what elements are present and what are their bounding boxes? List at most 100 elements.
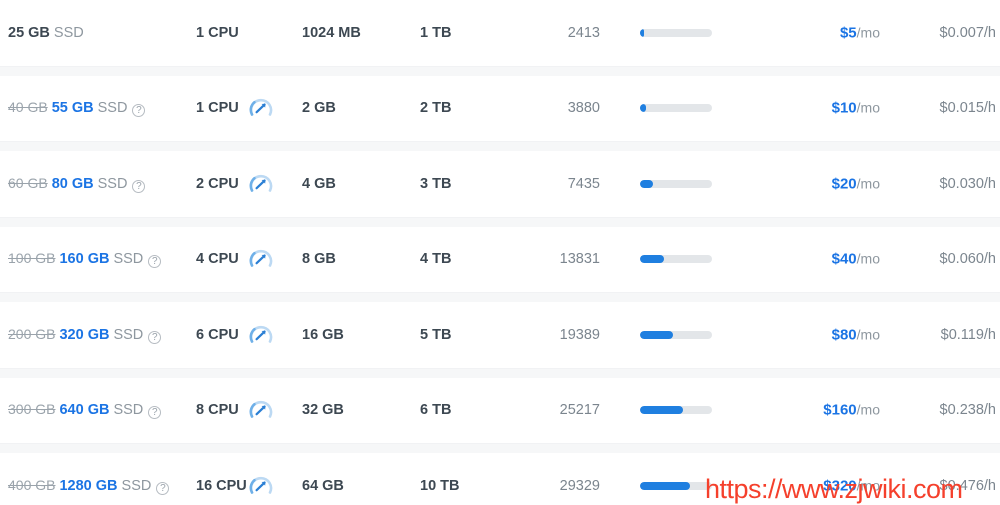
- disk-cell: 60 GB 80 GB SSD?: [8, 175, 146, 193]
- cpu-cell: 16 CPU: [196, 477, 247, 494]
- performance-bar-fill: [640, 28, 644, 37]
- cpu-cell: 1 CPU: [196, 24, 239, 41]
- disk-old-value: 200 GB: [8, 325, 56, 342]
- table-row[interactable]: 25 GB SSD 1 CPU 1024 MB 1 TB 2413 $5/mo $0.007/…: [0, 0, 1000, 66]
- performance-bar-fill: [640, 255, 664, 264]
- performance-bar: [640, 481, 712, 490]
- transfer-cell: 10 TB: [420, 477, 460, 494]
- table-row[interactable]: 100 GB 160 GB SSD? 4 CPU 8 GB 4 TB 13831 $40/mo…: [0, 226, 1000, 292]
- benchmark-score-cell: 3880: [567, 100, 600, 116]
- disk-type-label: SSD: [97, 100, 128, 117]
- disk-cell: 200 GB 320 GB SSD?: [8, 325, 162, 344]
- benchmark-score-cell: 25217: [559, 402, 600, 418]
- table-row[interactable]: 200 GB 320 GB SSD? 6 CPU 16 GB 5 TB 19389 $80/m…: [0, 302, 1000, 368]
- speedometer-icon[interactable]: [248, 397, 274, 423]
- disk-cell: 100 GB 160 GB SSD?: [8, 251, 162, 269]
- row-separator: [0, 367, 1000, 378]
- performance-bar-fill: [640, 104, 647, 113]
- disk-new-value: 160 GB: [59, 251, 110, 268]
- row-separator: [0, 443, 1000, 453]
- question-circle-icon[interactable]: ?: [156, 481, 170, 495]
- row-separator: [0, 141, 1000, 151]
- transfer-cell: 4 TB: [420, 251, 452, 267]
- table-row[interactable]: 300 GB 640 GB SSD? 8 CPU 32 GB 6 TB 25217 $160/…: [0, 377, 1000, 443]
- speedometer-icon[interactable]: [248, 246, 274, 272]
- monthly-price-cell: $80/mo: [770, 327, 880, 343]
- monthly-price-cell: $20/mo: [770, 176, 880, 192]
- question-circle-icon[interactable]: ?: [148, 255, 162, 269]
- disk-cell: 300 GB 640 GB SSD?: [8, 401, 162, 420]
- transfer-cell: 5 TB: [420, 326, 452, 343]
- question-circle-icon[interactable]: ?: [148, 406, 162, 420]
- question-circle-icon[interactable]: ?: [132, 104, 146, 118]
- row-separator: [0, 292, 1000, 302]
- monthly-price-cell: $5/mo: [770, 25, 880, 41]
- speedometer-icon[interactable]: [248, 95, 274, 121]
- monthly-price-unit: /mo: [856, 477, 880, 493]
- monthly-price-amount: $320: [823, 477, 857, 494]
- hourly-price-cell: $0.015/h: [939, 100, 996, 116]
- monthly-price-unit: /mo: [856, 326, 880, 342]
- memory-cell: 8 GB: [302, 251, 336, 267]
- performance-bar-track: [640, 179, 712, 188]
- monthly-price-cell: $40/mo: [770, 252, 880, 268]
- performance-bar: [640, 28, 712, 37]
- row-separator: [0, 216, 1000, 227]
- performance-bar-track: [640, 28, 712, 37]
- monthly-price-unit: /mo: [856, 24, 880, 40]
- disk-cell: 40 GB 55 GB SSD?: [8, 99, 146, 118]
- monthly-price-unit: /mo: [856, 99, 880, 116]
- cpu-cell: 1 CPU: [196, 100, 239, 116]
- speedometer-icon[interactable]: [248, 473, 274, 499]
- monthly-price-cell: $10/mo: [770, 101, 880, 117]
- performance-bar-track: [640, 330, 712, 339]
- speedometer-icon[interactable]: [248, 322, 274, 348]
- hourly-price-cell: $0.238/h: [939, 402, 996, 418]
- table-row[interactable]: 60 GB 80 GB SSD? 2 CPU 4 GB 3 TB 7435 $20/mo $0.…: [0, 151, 1000, 217]
- disk-new-value: 320 GB: [59, 326, 110, 343]
- cpu-cell: 2 CPU: [196, 175, 239, 192]
- performance-bar: [640, 406, 712, 415]
- disk-cell: 25 GB SSD: [8, 24, 84, 41]
- disk-type-label: SSD: [97, 175, 128, 192]
- transfer-cell: 2 TB: [420, 100, 452, 116]
- disk-old-value: 40 GB: [8, 99, 48, 116]
- speedometer-icon[interactable]: [248, 171, 274, 197]
- question-circle-icon[interactable]: ?: [132, 179, 146, 193]
- monthly-price-cell: $160/mo: [770, 403, 880, 419]
- disk-new-value: 80 GB: [51, 175, 94, 192]
- disk-new-value: 1280 GB: [59, 477, 118, 494]
- cpu-cell: 4 CPU: [196, 251, 239, 267]
- hourly-price-cell: $0.119/h: [940, 326, 996, 343]
- benchmark-score-cell: 13831: [559, 251, 600, 267]
- memory-cell: 4 GB: [302, 175, 336, 192]
- performance-bar: [640, 179, 712, 188]
- benchmark-score-cell: 7435: [567, 175, 600, 192]
- memory-cell: 2 GB: [302, 100, 336, 116]
- disk-type-label: SSD: [53, 24, 84, 41]
- benchmark-score-cell: 29329: [559, 477, 600, 494]
- table-row[interactable]: 40 GB 55 GB SSD? 1 CPU 2 GB 2 TB 3880 $10/mo $0.…: [0, 75, 1000, 141]
- hourly-price-cell: $0.476/h: [939, 477, 996, 494]
- pricing-plan-table: 25 GB SSD 1 CPU 1024 MB 1 TB 2413 $5/mo $0.007/…: [0, 0, 1000, 505]
- memory-cell: 32 GB: [302, 402, 344, 418]
- table-row[interactable]: 400 GB 1280 GB SSD? 16 CPU 64 GB 10 TB 29329 $3…: [0, 453, 1000, 505]
- row-separator: [0, 65, 1000, 76]
- hourly-price-cell: $0.060/h: [939, 251, 996, 267]
- benchmark-score-cell: 19389: [559, 326, 600, 343]
- memory-cell: 64 GB: [302, 477, 344, 494]
- performance-bar-fill: [640, 179, 653, 188]
- performance-bar-track: [640, 104, 712, 113]
- question-circle-icon[interactable]: ?: [148, 330, 162, 344]
- disk-old-value: 400 GB: [8, 476, 56, 493]
- cpu-cell: 8 CPU: [196, 402, 239, 418]
- performance-bar-fill: [640, 481, 691, 490]
- cpu-cell: 6 CPU: [196, 326, 239, 343]
- monthly-price-unit: /mo: [856, 175, 880, 191]
- disk-new-value: 640 GB: [59, 402, 110, 419]
- memory-cell: 16 GB: [302, 326, 344, 343]
- disk-type-label: SSD: [121, 477, 152, 494]
- disk-old-value: 300 GB: [8, 401, 56, 418]
- performance-bar-track: [640, 481, 712, 490]
- monthly-price-amount: $20: [831, 175, 857, 192]
